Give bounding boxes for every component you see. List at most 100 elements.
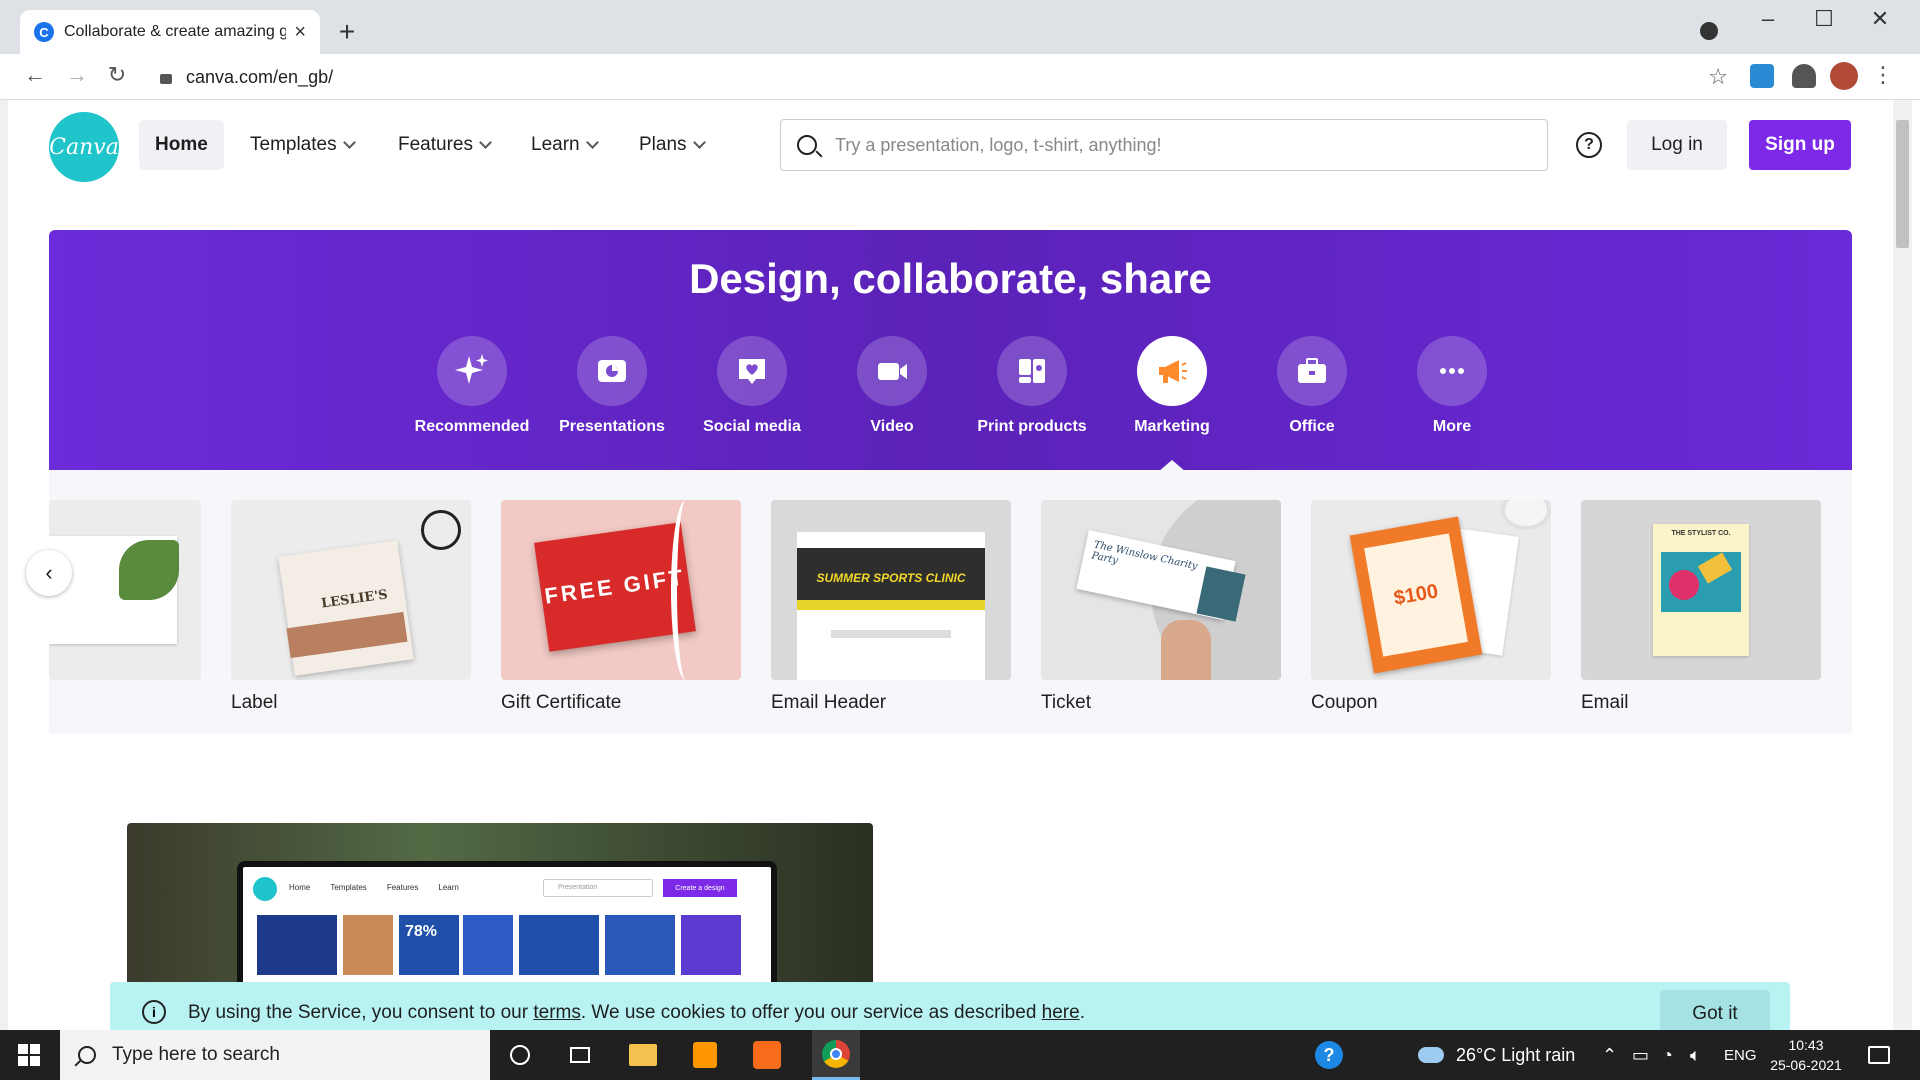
mini-nav-features: Features (386, 883, 419, 892)
language-indicator[interactable]: ENG (1724, 1030, 1757, 1080)
carousel-prev-button[interactable]: ‹ (26, 550, 72, 596)
chevron-down-icon (585, 135, 599, 149)
tab-title: Collaborate & create amazing gr (64, 23, 287, 40)
chevron-down-icon (692, 135, 706, 149)
template-card-gift-certificate[interactable]: FREE GIFT Gift Certificate (501, 500, 741, 714)
chrome-taskbar-icon[interactable] (812, 1030, 860, 1080)
category-office[interactable]: Office (1242, 336, 1382, 436)
scrollbar-thumb[interactable] (1896, 120, 1909, 248)
category-more[interactable]: More (1382, 336, 1522, 436)
log-in-button[interactable]: Log in (1627, 120, 1727, 170)
clock[interactable]: 10:43 25-06-2021 (1766, 1035, 1846, 1075)
template-thumbnail: THE STYLIST CO. (1581, 500, 1821, 680)
template-card-label[interactable]: LESLIE'S Label (231, 500, 471, 714)
template-thumbnail: LESLIE'S (231, 500, 471, 680)
lock-icon[interactable] (160, 74, 172, 84)
nav-plans[interactable]: Plans (623, 120, 720, 170)
mini-nav-templates: Templates (330, 883, 367, 892)
template-thumbnail: SUMMER SPORTS CLINIC (771, 500, 1011, 680)
sign-up-button[interactable]: Sign up (1749, 120, 1851, 170)
weather-widget[interactable]: 26°C Light rain (1418, 1030, 1575, 1080)
extensions-puzzle-icon[interactable] (1792, 64, 1816, 88)
battery-icon[interactable]: ▭ (1632, 1030, 1649, 1080)
canva-logo[interactable]: Canva (49, 112, 119, 182)
search-placeholder: Try a presentation, logo, t-shirt, anyth… (835, 134, 1162, 155)
category-social-media[interactable]: Social media (682, 336, 822, 436)
nav-home[interactable]: Home (139, 120, 224, 170)
template-card-email[interactable]: THE STYLIST CO. Email (1581, 500, 1821, 714)
sublime-text-icon[interactable] (688, 1038, 722, 1072)
help-tray-icon[interactable]: ? (1312, 1038, 1346, 1072)
clock-date: 25-06-2021 (1770, 1057, 1842, 1073)
taskbar-search-input[interactable]: Type here to search (60, 1030, 490, 1080)
terms-link[interactable]: terms (533, 1002, 581, 1023)
hero-banner: Design, collaborate, share Recommended P… (49, 230, 1852, 470)
template-thumbnail: The Winslow Charity Party (1041, 500, 1281, 680)
back-icon[interactable]: ← (20, 62, 50, 88)
chevron-down-icon (342, 135, 356, 149)
got-it-button[interactable]: Got it (1660, 990, 1770, 1030)
taskbar-search-placeholder: Type here to search (112, 1044, 280, 1065)
megaphone-icon (1137, 336, 1207, 406)
card-label: Label (231, 692, 278, 713)
url-field[interactable]: canva.com/en_gb/ ☆ (148, 59, 1728, 95)
template-card-email-header[interactable]: SUMMER SPORTS CLINIC Email Header (771, 500, 1011, 714)
tab-search-icon[interactable] (1700, 22, 1718, 40)
nav-templates[interactable]: Templates (234, 120, 370, 170)
notifications-icon[interactable] (1868, 1030, 1890, 1080)
briefcase-icon (1277, 336, 1347, 406)
mini-create-button: Create a design (663, 879, 737, 897)
volume-icon[interactable]: 🔈︎ (1690, 1030, 1701, 1080)
category-recommended[interactable]: Recommended (402, 336, 542, 436)
new-tab-icon[interactable]: + (332, 16, 362, 48)
template-card-ticket[interactable]: The Winslow Charity Party Ticket (1041, 500, 1281, 714)
presentation-icon (577, 336, 647, 406)
category-video[interactable]: Video (822, 336, 962, 436)
info-icon: i (142, 1000, 166, 1024)
template-card[interactable] (49, 500, 201, 680)
wifi-icon[interactable]: ◔ (1662, 1030, 1673, 1080)
nav-plans-label: Plans (639, 134, 687, 155)
nav-learn-label: Learn (531, 134, 580, 155)
category-print-products[interactable]: Print products (962, 336, 1102, 436)
category-marketing[interactable]: Marketing (1102, 336, 1242, 436)
canva-page: Canva Home Templates Features Learn Plan… (8, 100, 1893, 1030)
extension-icon[interactable] (1750, 64, 1774, 88)
search-input[interactable]: Try a presentation, logo, t-shirt, anyth… (780, 119, 1548, 171)
xampp-icon[interactable] (750, 1038, 784, 1072)
browser-tab[interactable]: C Collaborate & create amazing gr × (20, 10, 320, 54)
help-icon[interactable]: ? (1576, 132, 1602, 158)
here-link[interactable]: here (1042, 1002, 1080, 1023)
template-thumbnail: $100 (1311, 500, 1551, 680)
forward-icon[interactable]: → (62, 62, 92, 88)
minimize-icon[interactable]: – (1740, 6, 1796, 32)
category-label: Office (1289, 418, 1335, 435)
nav-features[interactable]: Features (382, 120, 506, 170)
maximize-icon[interactable]: ☐ (1796, 6, 1852, 32)
browser-menu-icon[interactable]: ⋮ (1868, 62, 1898, 88)
nav-learn[interactable]: Learn (515, 120, 613, 170)
file-explorer-icon[interactable] (626, 1038, 660, 1072)
category-label: Print products (977, 418, 1087, 435)
close-tab-icon[interactable]: × (294, 21, 306, 44)
close-window-icon[interactable]: ✕ (1852, 6, 1908, 32)
reload-icon[interactable]: ↻ (102, 62, 132, 88)
bookmark-star-icon[interactable]: ☆ (1708, 64, 1728, 90)
cortana-icon[interactable] (503, 1038, 537, 1072)
template-thumbnail (49, 500, 201, 680)
category-label: Social media (703, 418, 801, 435)
nav-features-label: Features (398, 134, 473, 155)
task-view-icon[interactable] (563, 1038, 597, 1072)
mini-nav-learn: Learn (438, 883, 459, 892)
page-scrollbar[interactable] (1893, 100, 1912, 1030)
nav-templates-label: Templates (250, 134, 337, 155)
profile-avatar[interactable] (1830, 62, 1858, 90)
start-button[interactable] (0, 1030, 58, 1080)
url-text: canva.com/en_gb/ (186, 66, 334, 87)
video-camera-icon (857, 336, 927, 406)
show-hidden-icons[interactable]: ⌃ (1602, 1030, 1617, 1080)
template-carousel: LESLIE'S Label FREE GIFT Gift Certificat… (49, 470, 1852, 734)
template-card-coupon[interactable]: $100 Coupon (1311, 500, 1551, 714)
hero-title: Design, collaborate, share (689, 255, 1212, 302)
category-presentations[interactable]: Presentations (542, 336, 682, 436)
